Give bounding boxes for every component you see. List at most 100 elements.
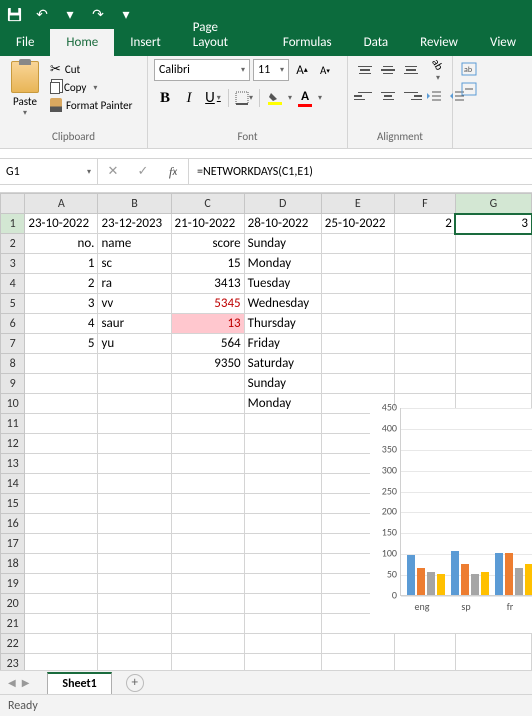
cell-E5[interactable] [321,294,394,314]
cell-D10[interactable]: Monday [244,394,321,414]
tab-insert[interactable]: Insert [114,29,177,56]
worksheet-grid[interactable]: ABCDEFG123-10-202223-12-202321-10-202228… [0,193,532,670]
row-header-8[interactable]: 8 [1,354,25,374]
column-header-D[interactable]: D [244,194,321,214]
chart-bar[interactable] [451,551,459,595]
align-right-button[interactable] [400,85,422,107]
cell-D5[interactable]: Wednesday [244,294,321,314]
enter-formula-button[interactable]: ✓ [128,164,158,179]
cell-C15[interactable] [171,494,244,514]
cell-F1[interactable]: 2 [394,214,455,234]
cell-A16[interactable] [25,514,98,534]
row-header-1[interactable]: 1 [1,214,25,234]
column-header-B[interactable]: B [98,194,171,214]
cell-G23[interactable] [455,654,531,671]
customize-qat[interactable]: ▾ [116,4,136,24]
cell-B6[interactable]: saur [98,314,171,334]
cell-A8[interactable] [25,354,98,374]
row-header-20[interactable]: 20 [1,594,25,614]
chart-bar[interactable] [417,568,425,595]
cell-A6[interactable]: 4 [25,314,98,334]
align-top-button[interactable] [354,59,376,81]
column-header-F[interactable]: F [394,194,455,214]
cell-D1[interactable]: 28-10-2022 [244,214,321,234]
cell-E8[interactable] [321,354,394,374]
tab-data[interactable]: Data [348,29,405,56]
tab-file[interactable]: File [0,29,50,56]
merge-button[interactable] [459,81,479,97]
cell-B18[interactable] [98,554,171,574]
undo-dropdown[interactable]: ▾ [60,4,80,24]
row-header-9[interactable]: 9 [1,374,25,394]
cell-B15[interactable] [98,494,171,514]
name-box[interactable]: ▾ [0,159,98,184]
cell-E23[interactable] [321,654,394,671]
cell-G2[interactable] [455,234,531,254]
add-sheet-button[interactable]: + [126,674,144,692]
cell-A4[interactable]: 2 [25,274,98,294]
cell-C20[interactable] [171,594,244,614]
row-header-5[interactable]: 5 [1,294,25,314]
cell-D9[interactable]: Sunday [244,374,321,394]
row-header-10[interactable]: 10 [1,394,25,414]
tab-formulas[interactable]: Formulas [267,29,348,56]
underline-button[interactable]: U▾ [202,87,224,109]
cell-A21[interactable] [25,614,98,634]
cell-C2[interactable]: score [171,234,244,254]
cell-E7[interactable] [321,334,394,354]
font-name-select[interactable]: Calibri▾ [154,59,250,81]
cell-F23[interactable] [394,654,455,671]
row-header-6[interactable]: 6 [1,314,25,334]
cell-F9[interactable] [394,374,455,394]
row-header-7[interactable]: 7 [1,334,25,354]
chart-bar[interactable] [481,572,489,595]
tab-home[interactable]: Home [50,29,114,56]
cell-C12[interactable] [171,434,244,454]
cell-D23[interactable] [244,654,321,671]
align-left-button[interactable] [354,85,376,107]
cell-G22[interactable] [455,634,531,654]
cell-C9[interactable] [171,374,244,394]
cell-A18[interactable] [25,554,98,574]
cell-B17[interactable] [98,534,171,554]
cell-B9[interactable] [98,374,171,394]
format-painter-button[interactable]: Format Painter [48,97,134,113]
cell-D21[interactable] [244,614,321,634]
cell-G3[interactable] [455,254,531,274]
border-button[interactable]: ▾ [233,87,255,109]
cell-A2[interactable]: no. [25,234,98,254]
row-header-3[interactable]: 3 [1,254,25,274]
cell-B12[interactable] [98,434,171,454]
name-box-input[interactable] [6,165,76,179]
row-header-4[interactable]: 4 [1,274,25,294]
chart-bar[interactable] [461,564,469,595]
cell-D15[interactable] [244,494,321,514]
column-header-A[interactable]: A [25,194,98,214]
formula-input[interactable]: =NETWORKDAYS(C1,E1) [189,159,532,184]
cell-D6[interactable]: Thursday [244,314,321,334]
cell-D16[interactable] [244,514,321,534]
font-size-select[interactable]: 11▾ [253,59,289,81]
row-header-14[interactable]: 14 [1,474,25,494]
increase-font-button[interactable]: A▴ [292,59,312,81]
align-bottom-button[interactable] [400,59,422,81]
row-header-2[interactable]: 2 [1,234,25,254]
cell-D17[interactable] [244,534,321,554]
row-header-18[interactable]: 18 [1,554,25,574]
chart-bar[interactable] [437,574,445,595]
cell-B22[interactable] [98,634,171,654]
cell-B8[interactable] [98,354,171,374]
cell-C4[interactable]: 3413 [171,274,244,294]
chart-bar[interactable] [471,574,479,595]
orientation-button[interactable]: ab▾ [423,59,453,81]
cell-E3[interactable] [321,254,394,274]
sheet-nav-next[interactable]: ▶ [22,676,30,689]
cell-B1[interactable]: 23-12-2023 [98,214,171,234]
decrease-font-button[interactable]: A▾ [315,59,335,81]
cell-G8[interactable] [455,354,531,374]
cell-A7[interactable]: 5 [25,334,98,354]
cell-C6[interactable]: 13 [171,314,244,334]
cell-F2[interactable] [394,234,455,254]
cell-B10[interactable] [98,394,171,414]
cell-A9[interactable] [25,374,98,394]
